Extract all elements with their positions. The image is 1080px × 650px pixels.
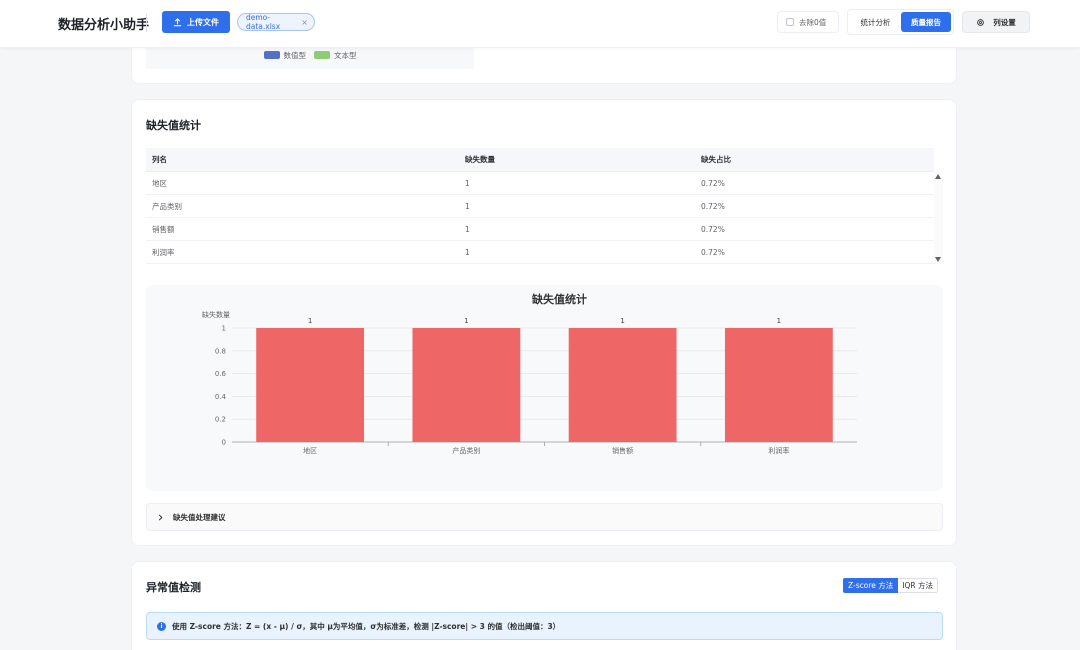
missing-chart-svg: 缺失值统计缺失数量 0 0.2 0.4 0.6 0.8 1 1 地区 1 产品类别 1 销售额 1 利润率 [202, 292, 857, 455]
cell-column-name: 产品类别 [152, 201, 182, 211]
method-info-text: 使用 Z-score 方法：Z = (x - μ) / σ，其中 μ为平均值，σ… [172, 621, 561, 631]
table-scrollbar[interactable] [934, 172, 943, 264]
cell-column-name: 地区 [152, 178, 167, 188]
table-row: 产品类别 1 0.72% [146, 195, 934, 218]
bar [256, 328, 365, 442]
table-row: 销售额 1 0.72% [146, 218, 934, 241]
x-tick-label: 利润率 [768, 446, 789, 455]
app-header: 数据分析小助手 上传文件 demo-data.xlsx × 去除0值 统计分析 … [0, 0, 1080, 48]
bar [412, 328, 521, 442]
scroll-down-icon[interactable] [935, 257, 941, 262]
legend-item-text[interactable]: 文本型 [314, 50, 357, 61]
missing-table: 列名 缺失数量 缺失占比 地区 1 0.72% 产品类别 1 0.72% 销售额… [146, 148, 943, 264]
table-row: 地区 1 0.72% [146, 172, 934, 195]
table-row: 利润率 1 0.72% [146, 241, 934, 264]
info-icon: i [157, 621, 166, 631]
app-title: 数据分析小助手 [58, 18, 150, 33]
legend-label: 数值型 [283, 50, 307, 60]
missing-advice-collapse[interactable]: 缺失值处理建议 [146, 503, 943, 531]
upload-icon [173, 17, 182, 26]
data-label: 1 [464, 317, 468, 325]
remove-zero-checkbox[interactable]: 去除0值 [777, 11, 839, 33]
bar [724, 328, 833, 442]
bar [568, 328, 677, 442]
legend-item-numeric[interactable]: 数值型 [263, 50, 307, 61]
y-axis-label: 缺失数量 [202, 310, 230, 319]
gear-icon [977, 18, 985, 26]
cell-missing-ratio: 0.72% [701, 247, 725, 257]
header-column-name: 列名 [152, 155, 167, 164]
cell-column-name: 利润率 [152, 247, 175, 257]
data-label: 1 [777, 317, 781, 325]
upload-button-label: 上传文件 [187, 17, 219, 27]
tab-stat-analysis[interactable]: 统计分析 [850, 12, 901, 32]
y-tick-label: 1 [222, 325, 226, 333]
data-label: 1 [308, 317, 312, 325]
x-tick-label: 地区 [303, 446, 317, 455]
header-missing-count: 缺失数量 [465, 155, 495, 164]
legend-label: 文本型 [334, 50, 357, 60]
legend-swatch [263, 51, 280, 59]
cell-missing-count: 1 [465, 224, 470, 234]
legend-swatch [314, 51, 330, 59]
checkbox-box[interactable] [786, 18, 794, 26]
chart-title: 缺失值统计 [531, 292, 587, 306]
column-settings-button[interactable]: 列设置 [962, 11, 1030, 33]
upload-button[interactable]: 上传文件 [162, 11, 230, 33]
missing-advice-label: 缺失值处理建议 [173, 512, 226, 522]
method-iqr-button[interactable]: IQR 方法 [898, 578, 938, 593]
scroll-up-icon[interactable] [935, 174, 941, 179]
cell-missing-ratio: 0.72% [701, 178, 725, 188]
tab-quality-report[interactable]: 质量报告 [900, 12, 951, 32]
section-title: 异常值检测 [146, 581, 201, 594]
y-tick-label: 0.6 [215, 370, 227, 378]
cell-missing-count: 1 [465, 201, 470, 211]
file-tag: demo-data.xlsx × [237, 13, 315, 31]
table-header: 列名 缺失数量 缺失占比 [146, 148, 934, 172]
x-tick-label: 产品类别 [452, 446, 480, 455]
y-tick-label: 0.4 [215, 393, 227, 401]
remove-zero-label: 去除0值 [799, 17, 827, 27]
missing-values-card: 缺失值统计 列名 缺失数量 缺失占比 地区 1 0.72% 产品类别 1 0.7… [131, 99, 957, 546]
column-settings-label: 列设置 [993, 17, 1016, 27]
view-switch: 统计分析 质量报告 [847, 9, 954, 35]
header-divider [146, 14, 147, 32]
file-name: demo-data.xlsx [246, 13, 281, 31]
cell-missing-ratio: 0.72% [701, 224, 725, 234]
outlier-card: 异常值检测 Z-score 方法 IQR 方法 i 使用 Z-score 方法：… [131, 561, 957, 650]
data-label: 1 [620, 317, 624, 325]
y-tick-label: 0 [222, 439, 226, 447]
y-tick-label: 0.2 [215, 416, 226, 424]
section-title: 缺失值统计 [146, 119, 201, 132]
cell-missing-count: 1 [465, 178, 470, 188]
cell-missing-count: 1 [465, 247, 470, 257]
method-info-alert: i 使用 Z-score 方法：Z = (x - μ) / σ，其中 μ为平均值… [146, 612, 943, 640]
missing-chart: 缺失值统计缺失数量 0 0.2 0.4 0.6 0.8 1 1 地区 1 产品类别 1 销售额 1 利润率 [146, 285, 943, 491]
chevron-right-icon [158, 514, 163, 520]
close-icon[interactable]: × [301, 18, 308, 27]
cell-column-name: 销售额 [152, 224, 175, 234]
cell-missing-ratio: 0.72% [701, 201, 725, 211]
x-tick-label: 销售额 [612, 446, 633, 455]
header-missing-ratio: 缺失占比 [701, 155, 731, 164]
method-zscore-button[interactable]: Z-score 方法 [843, 578, 899, 593]
method-switch: Z-score 方法 IQR 方法 [843, 578, 938, 593]
y-tick-label: 0.8 [215, 347, 226, 355]
